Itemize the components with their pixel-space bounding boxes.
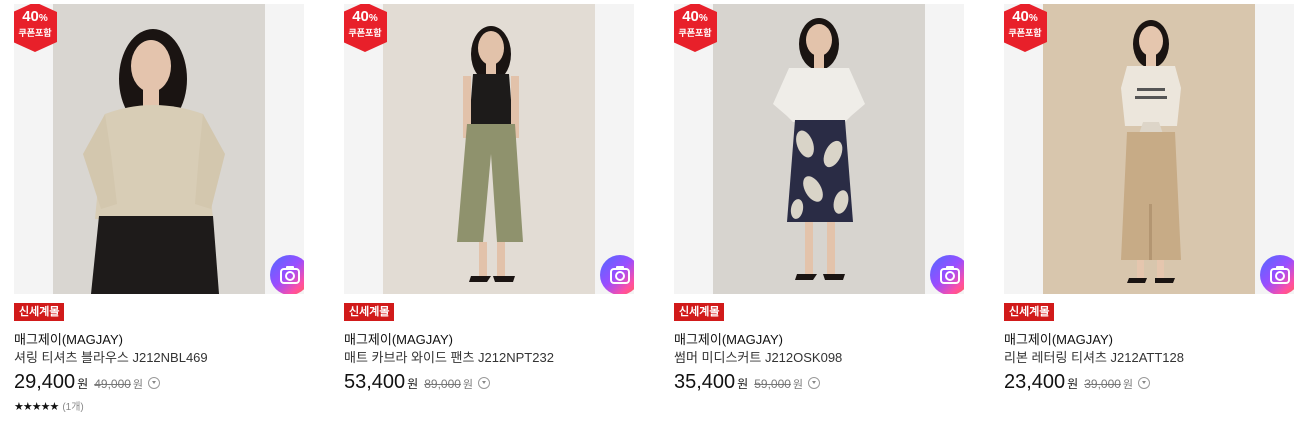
discount-percent: 40 (682, 8, 699, 25)
discount-unit: % (38, 13, 48, 24)
discount-unit: % (368, 13, 378, 24)
original-price: 59,000 (754, 377, 791, 391)
original-price: 49,000 (94, 377, 131, 391)
mall-tag: 신세계몰 (1004, 303, 1055, 321)
price-info-icon[interactable] (808, 377, 821, 389)
similar-search-camera-icon[interactable] (1260, 255, 1294, 294)
discount-percent: 40 (22, 8, 39, 25)
brand-name[interactable]: 매그제이(MAGJAY) (674, 329, 783, 348)
product-image-link[interactable]: 40% 쿠폰포함 (1004, 4, 1294, 294)
product-image-link[interactable]: 40% 쿠폰포함 (674, 4, 964, 294)
discount-badge: 40% 쿠폰포함 (674, 4, 717, 52)
discount-percent: 40 (352, 8, 369, 25)
similar-search-camera-icon[interactable] (270, 255, 304, 294)
discount-note: 쿠폰포함 (18, 28, 52, 38)
price-row: 23,400 원 39,000 원 (1004, 371, 1151, 394)
price-info-icon[interactable] (478, 377, 491, 389)
review-count: (1개) (62, 402, 84, 413)
product-photo (53, 4, 265, 294)
discount-note: 쿠폰포함 (678, 28, 712, 38)
discount-unit: % (698, 13, 708, 24)
product-image-link[interactable]: 40% 쿠폰포함 (344, 4, 634, 294)
brand-name[interactable]: 매그제이(MAGJAY) (14, 329, 123, 348)
product-card[interactable]: 40% 쿠폰포함 신세계몰 매그제이(MAGJAY) 썸머 미디스커트 J212… (674, 4, 964, 393)
price-info-icon[interactable] (1138, 377, 1151, 389)
mall-tag: 신세계몰 (674, 303, 725, 321)
discount-badge: 40% 쿠폰포함 (344, 4, 387, 52)
original-price-unit: 원 (1122, 379, 1134, 391)
original-price-unit: 원 (462, 379, 474, 391)
product-photo (383, 4, 595, 294)
brand-name[interactable]: 매그제이(MAGJAY) (1004, 329, 1113, 348)
sale-price: 23,400 (1004, 371, 1066, 393)
original-price: 89,000 (424, 377, 461, 391)
original-price: 39,000 (1084, 377, 1121, 391)
similar-search-camera-icon[interactable] (930, 255, 964, 294)
brand-name[interactable]: 매그제이(MAGJAY) (344, 329, 453, 348)
price-unit: 원 (407, 377, 419, 391)
discount-note: 쿠폰포함 (1008, 28, 1042, 38)
sale-price: 35,400 (674, 371, 736, 393)
price-unit: 원 (77, 377, 89, 391)
rating-stars: ★★★★★ (14, 401, 59, 413)
price-row: 35,400 원 59,000 원 (674, 371, 821, 394)
mall-tag: 신세계몰 (14, 303, 65, 321)
price-unit: 원 (1067, 377, 1079, 391)
product-name[interactable]: 매트 카브라 와이드 팬츠 J212NPT232 (344, 347, 554, 366)
price-info-icon[interactable] (148, 377, 161, 389)
product-card[interactable]: 40% 쿠폰포함 신세계몰 매그제이(MAGJAY) 리본 레터링 티셔츠 J2… (1004, 4, 1294, 393)
product-image-link[interactable]: 40% 쿠폰포함 (14, 4, 304, 294)
original-price-unit: 원 (132, 379, 144, 391)
similar-search-camera-icon[interactable] (600, 255, 634, 294)
product-photo (1043, 4, 1255, 294)
product-name[interactable]: 리본 레터링 티셔츠 J212ATT128 (1004, 347, 1184, 366)
original-price-unit: 원 (792, 379, 804, 391)
price-unit: 원 (737, 377, 749, 391)
discount-unit: % (1028, 13, 1038, 24)
discount-badge: 40% 쿠폰포함 (1004, 4, 1047, 52)
product-card[interactable]: 40% 쿠폰포함 신세계몰 매그제이(MAGJAY) 셔링 티셔츠 블라우스 J… (14, 4, 304, 413)
mall-tag: 신세계몰 (344, 303, 395, 321)
product-photo (713, 4, 925, 294)
discount-percent: 40 (1012, 8, 1029, 25)
rating: ★★★★★ (1개) (14, 398, 84, 413)
price-row: 53,400 원 89,000 원 (344, 371, 491, 394)
price-row: 29,400 원 49,000 원 (14, 371, 161, 394)
discount-badge: 40% 쿠폰포함 (14, 4, 57, 52)
product-card[interactable]: 40% 쿠폰포함 신세계몰 매그제이(MAGJAY) 매트 카브라 와이드 팬츠… (344, 4, 634, 393)
sale-price: 53,400 (344, 371, 406, 393)
product-name[interactable]: 썸머 미디스커트 J212OSK098 (674, 347, 842, 366)
sale-price: 29,400 (14, 371, 76, 393)
product-name[interactable]: 셔링 티셔츠 블라우스 J212NBL469 (14, 347, 208, 366)
discount-note: 쿠폰포함 (348, 28, 382, 38)
